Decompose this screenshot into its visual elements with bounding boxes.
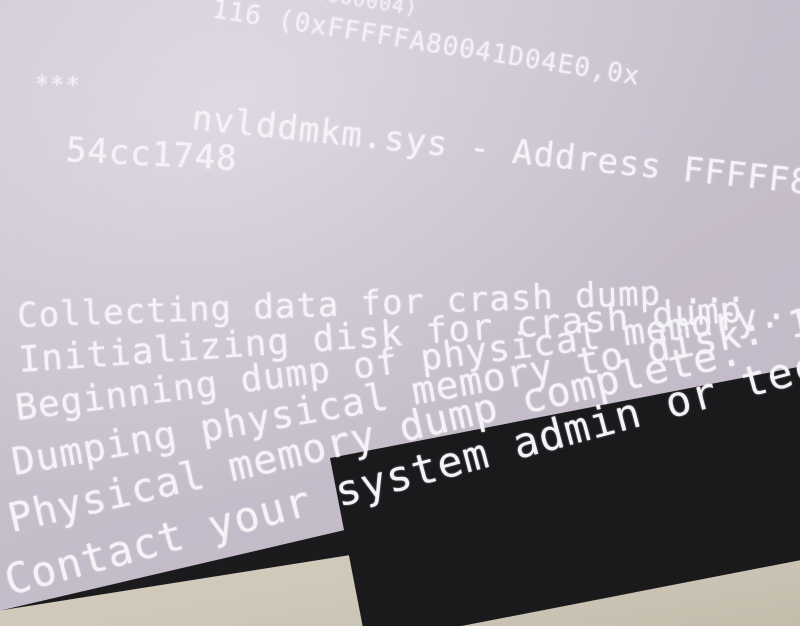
stars-marker: ***	[34, 70, 82, 100]
module-address-line: nvlddmkm.sys - Address FFFFF8801033EB54	[190, 98, 800, 226]
module-timestamp: 54cc1748	[65, 130, 239, 179]
stop-code-line: 116 (0xFFFFFA80041D04E0,0x	[210, 0, 643, 92]
photo-scene: 00000004) 116 (0xFFFFFA80041D04E0,0x ***…	[0, 0, 800, 626]
bsod-text: 00000004) 116 (0xFFFFFA80041D04E0,0x ***…	[0, 0, 800, 626]
